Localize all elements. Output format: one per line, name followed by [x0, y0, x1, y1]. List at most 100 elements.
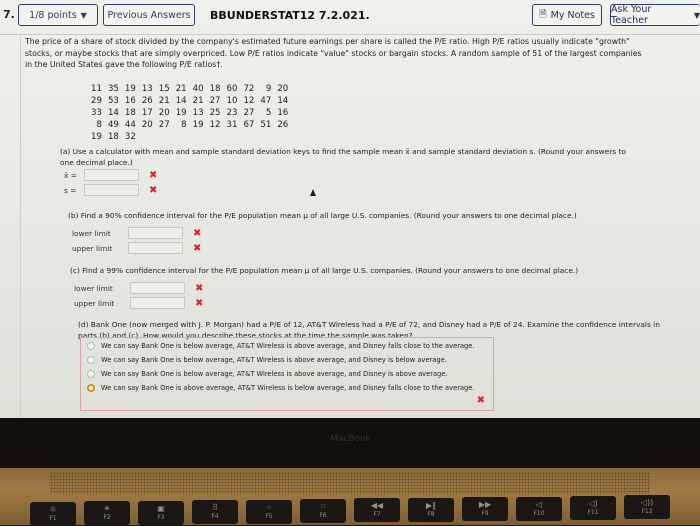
data-cell: 19 — [124, 84, 136, 94]
my-notes-button[interactable]: 🗎 My Notes — [532, 4, 602, 26]
data-cell: 23 — [226, 108, 238, 118]
data-cell: 13 — [141, 84, 153, 94]
data-cell: 44 — [124, 120, 136, 130]
speaker-grille — [50, 472, 650, 494]
data-row: 29 53 16 26 21 14 21 27 10 12 47 14 — [88, 95, 291, 107]
key-f3: ▣ F3 — [138, 500, 184, 525]
b-upper-limit-row: upper limit ✖ — [72, 242, 201, 254]
data-cell: 18 — [124, 108, 136, 118]
data-cell: 27 — [209, 96, 221, 106]
data-cell: 12 — [243, 96, 255, 106]
previous-answers-button[interactable]: Previous Answers — [103, 4, 195, 26]
key-label: F2 — [103, 514, 111, 522]
data-cell: 47 — [260, 96, 272, 106]
data-cell: 21 — [158, 96, 170, 106]
choice-option[interactable]: We can say Bank One is below average, AT… — [87, 356, 447, 364]
incorrect-icon: ✖ — [193, 242, 202, 254]
choice-text: We can say Bank One is below average, AT… — [101, 342, 475, 350]
sample-sd-input[interactable] — [84, 184, 139, 196]
data-cell: 11 — [91, 84, 102, 94]
data-cell: 35 — [107, 84, 119, 94]
function-key-row: ☼ F1 ☀ F2 ▣ F3 ⠿ F4 ⁘ F5 ⁙ F6 ◀◀ F7 ▶‖ F8 ▶▶ F9 ◁ F10 ◁) F11 ◁… — [10, 495, 700, 526]
key-f10: ◁ F10 — [516, 496, 562, 521]
data-cell: 15 — [158, 84, 170, 94]
b-lower-limit-input[interactable] — [128, 227, 183, 239]
key-f7: ◀◀ F7 — [354, 498, 400, 523]
data-cell: 26 — [277, 120, 289, 130]
data-cell: 14 — [175, 96, 187, 106]
b-upper-limit-input[interactable] — [128, 242, 183, 254]
mouse-cursor — [310, 189, 316, 196]
data-cell: 8 — [96, 120, 102, 130]
question-body: The price of a share of stock divided by… — [25, 36, 645, 71]
choice-text: We can say Bank One is above average, AT… — [101, 384, 475, 392]
part-d-choices: We can say Bank One is below average, AT… — [80, 337, 494, 411]
sample-sd-label: s = — [64, 185, 77, 195]
data-cell: 17 — [141, 108, 153, 118]
key-f12: ◁)) F12 — [624, 495, 670, 520]
incorrect-icon: ✖ — [195, 297, 204, 309]
b-lower-limit-row: lower limit ✖ — [72, 227, 201, 239]
radio-button[interactable] — [87, 356, 95, 364]
data-cell: 20 — [277, 84, 289, 94]
question-intro: The price of a share of stock divided by… — [25, 37, 642, 69]
key-f1: ☼ F1 — [30, 502, 76, 526]
key-glyph-icon: ◁) — [588, 499, 598, 508]
key-glyph-icon: ⁘ — [265, 502, 273, 512]
key-f11: ◁) F11 — [570, 496, 616, 520]
browser-screen: 7. 1/8 points ▼ Previous Answers BBUNDER… — [0, 0, 700, 418]
key-f2: ☀ F2 — [84, 501, 130, 526]
part-b-prompt: (b) Find a 90% confidence interval for t… — [68, 211, 577, 220]
c-upper-limit-input[interactable] — [130, 297, 185, 309]
incorrect-icon: ✖ — [195, 282, 204, 294]
sample-sd-row: s = ✖ — [64, 184, 157, 196]
c-lower-limit-label: lower limit — [74, 283, 113, 293]
my-notes-label: My Notes — [550, 9, 595, 21]
key-glyph-icon: ▶▶ — [478, 500, 492, 510]
b-upper-limit-label: upper limit — [72, 243, 113, 253]
data-cell: 26 — [141, 96, 153, 106]
key-label: F10 — [533, 509, 545, 517]
data-cell: 8 — [181, 120, 187, 130]
radio-button-selected[interactable] — [87, 384, 95, 392]
data-cell: 67 — [243, 120, 255, 130]
data-cell: 19 — [175, 108, 187, 118]
incorrect-icon: ✖ — [149, 184, 158, 196]
choice-option-selected[interactable]: We can say Bank One is above average, AT… — [87, 384, 475, 392]
data-cell: 20 — [141, 120, 153, 130]
b-lower-limit-label: lower limit — [72, 228, 111, 238]
data-cell: 21 — [192, 96, 204, 106]
key-f5: ⁘ F5 — [246, 499, 292, 524]
key-label: F12 — [641, 508, 653, 516]
choice-option[interactable]: We can say Bank One is below average, AT… — [87, 342, 475, 350]
sample-mean-input[interactable] — [84, 169, 139, 181]
key-glyph-icon: ☼ — [49, 505, 57, 514]
key-label: F7 — [373, 511, 381, 519]
ask-teacher-dropdown[interactable]: Ask Your Teacher ▼ — [610, 4, 700, 26]
data-cell: 21 — [175, 84, 187, 94]
incorrect-icon: ✖ — [476, 395, 485, 406]
key-f4: ⠿ F4 — [192, 500, 238, 525]
radio-button[interactable] — [87, 342, 95, 350]
assignment-id: BBUNDERSTAT12 7.2.021. — [210, 9, 370, 22]
c-lower-limit-input[interactable] — [130, 282, 185, 294]
question-number: 7. — [3, 8, 15, 21]
data-cell: 19 — [91, 132, 102, 142]
points-dropdown[interactable]: 1/8 points ▼ — [18, 4, 98, 26]
incorrect-icon: ✖ — [193, 227, 202, 239]
data-cell: 72 — [243, 84, 255, 94]
choice-option[interactable]: We can say Bank One is below average, AT… — [87, 370, 448, 378]
part-c-prompt: (c) Find a 99% confidence interval for t… — [70, 266, 579, 275]
data-cell: 33 — [91, 108, 102, 118]
data-cell: 53 — [107, 96, 119, 106]
data-cell: 31 — [226, 120, 238, 130]
data-cell: 18 — [209, 84, 221, 94]
data-cell: 16 — [124, 96, 136, 106]
key-glyph-icon: ◁)) — [640, 498, 654, 508]
data-cell: 13 — [192, 108, 204, 118]
key-f8: ▶‖ F8 — [408, 497, 454, 522]
question-header: 7. 1/8 points ▼ Previous Answers BBUNDER… — [0, 0, 700, 35]
radio-button[interactable] — [87, 370, 95, 378]
left-gutter-divider — [20, 34, 21, 418]
key-label: F4 — [211, 513, 219, 521]
